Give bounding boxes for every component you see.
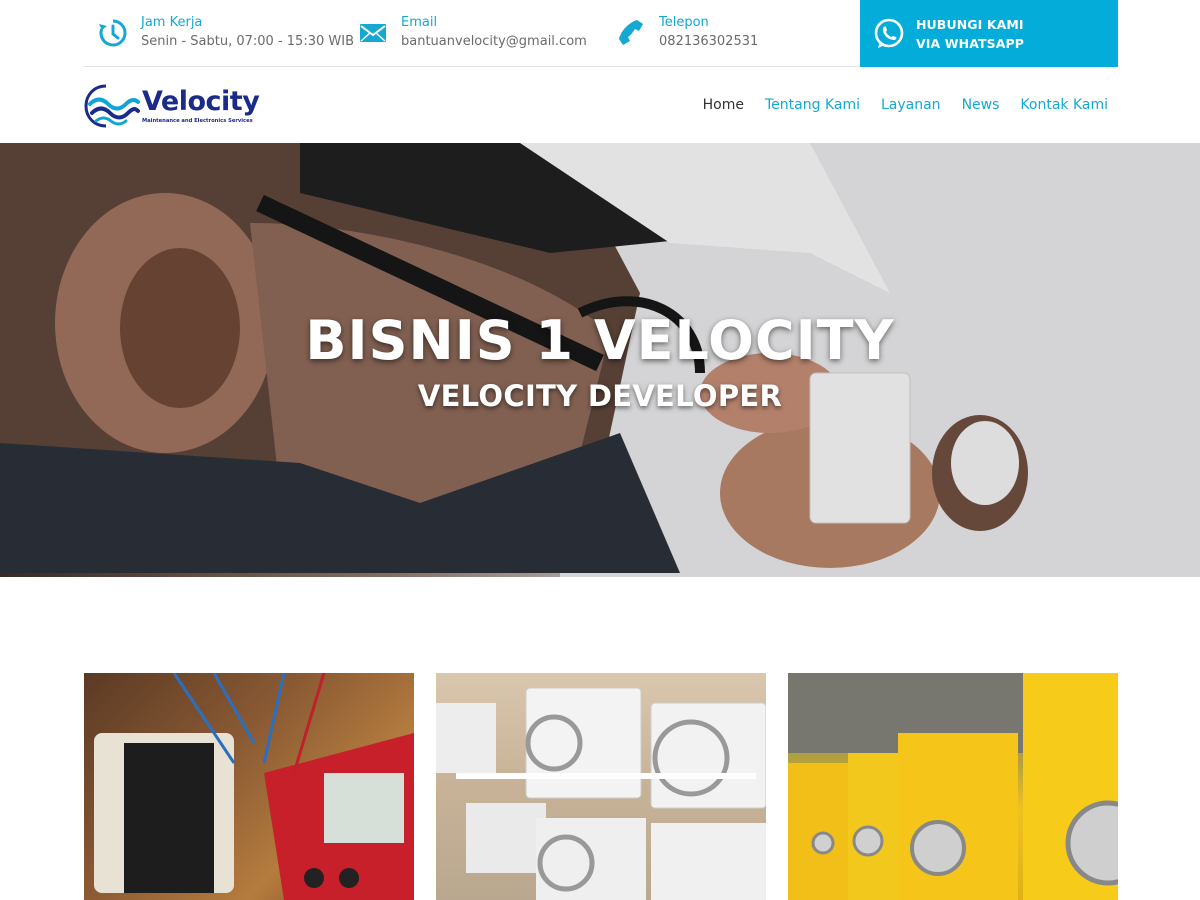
email-info: Email bantuanvelocity@gmail.com (358, 0, 587, 66)
email-label: Email (401, 15, 438, 30)
working-hours-value: Senin - Sabtu, 07:00 - 15:30 WIB (141, 34, 354, 49)
whatsapp-contact-button[interactable]: HUBUNGI KAMI VIA WHATSAPP (860, 0, 1118, 67)
logo-name: Velocity (142, 86, 260, 117)
nav-kontak-kami[interactable]: Kontak Kami (1020, 97, 1108, 113)
site-logo[interactable]: Velocity Maintenance and Electronics Ser… (84, 81, 264, 131)
phone-icon (616, 18, 646, 48)
service-cards (84, 673, 1118, 900)
hero-title: BISNIS 1 VELOCITY (305, 309, 895, 372)
working-hours-info: Jam Kerja Senin - Sabtu, 07:00 - 15:30 W… (98, 0, 354, 66)
nav-home[interactable]: Home (703, 97, 744, 113)
hero-banner: BISNIS 1 VELOCITY VELOCITY DEVELOPER (0, 143, 1200, 577)
nav-news[interactable]: News (962, 97, 1000, 113)
whatsapp-line-2: VIA WHATSAPP (916, 35, 1025, 51)
air-conditioner-units-image (436, 687, 766, 900)
wave-logo-icon (84, 84, 140, 128)
phone-value[interactable]: 082136302531 (659, 32, 758, 52)
site-header: Velocity Maintenance and Electronics Ser… (84, 67, 1118, 143)
whatsapp-icon (874, 18, 904, 48)
hero-subtitle: VELOCITY DEVELOPER (417, 379, 783, 413)
whatsapp-line-1: HUBUNGI KAMI (916, 16, 1024, 32)
nav-tentang-kami[interactable]: Tentang Kami (765, 97, 860, 113)
main-nav: Home Tentang Kami Layanan News Kontak Ka… (703, 67, 1108, 143)
service-card-air-conditioner[interactable] (436, 673, 766, 900)
phone-label: Telepon (659, 15, 709, 30)
electronics-repair-image (94, 673, 414, 900)
phone-info: Telepon 082136302531 (616, 0, 758, 66)
laundry-machines-image (788, 673, 1118, 900)
logo-tagline: Maintenance and Electronics Services (142, 118, 253, 124)
working-hours-label: Jam Kerja (141, 15, 203, 30)
envelope-icon (358, 18, 388, 48)
email-value[interactable]: bantuanvelocity@gmail.com (401, 32, 587, 52)
clock-history-icon (98, 18, 128, 48)
service-card-laundry-machine[interactable] (788, 673, 1118, 900)
nav-layanan[interactable]: Layanan (881, 97, 941, 113)
service-card-electronics[interactable] (84, 673, 414, 900)
